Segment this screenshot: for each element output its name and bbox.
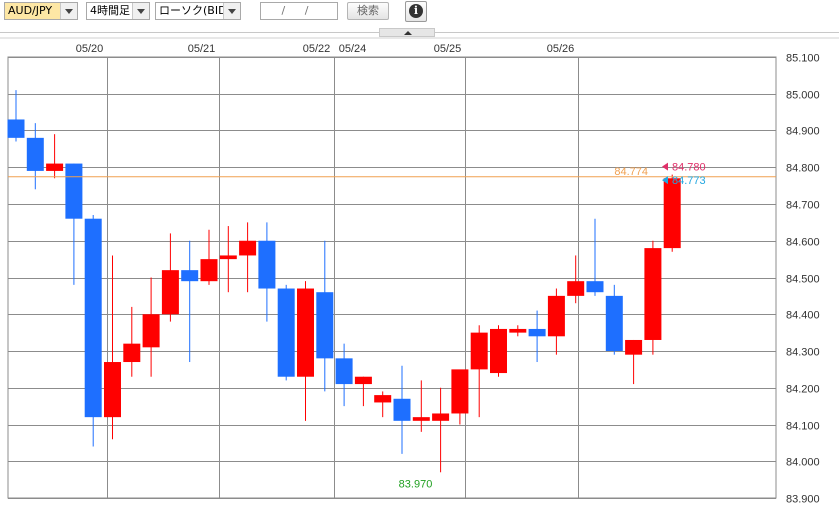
search-button[interactable]: 検索 (347, 2, 389, 20)
ask-marker-icon (662, 162, 668, 171)
y-tick-label: 84.200 (786, 384, 820, 396)
candle-body-down (316, 292, 334, 359)
candle-body-down (258, 240, 276, 289)
chart-type-select[interactable]: ローソク(BID) (155, 2, 241, 20)
candle-body-up (354, 376, 372, 385)
chart-type-value: ローソク(BID) (159, 4, 231, 17)
candle-body-down (393, 398, 411, 421)
candle-body-up (104, 362, 121, 418)
candle-body-down (605, 295, 623, 351)
x-date-label: 05/25 (434, 43, 462, 55)
y-tick-label: 84.100 (786, 421, 820, 433)
ask-price-label: 84.780 (672, 162, 706, 174)
candle-body-up (509, 328, 527, 333)
candle-body-up (161, 270, 179, 315)
candle-body-up (200, 259, 218, 282)
bid-price-label: 84.773 (672, 175, 706, 187)
candle-body-up (490, 328, 507, 374)
x-date-label: 05/22 (303, 43, 331, 55)
y-tick-label: 84.700 (786, 200, 820, 212)
date-input[interactable]: / / (260, 2, 338, 20)
candle-body-down (26, 137, 44, 171)
candle-body-up (547, 295, 565, 337)
candle-body-up (567, 281, 585, 296)
candle-body-up (625, 339, 643, 355)
candle-body-down (528, 328, 546, 337)
collapse-toggle[interactable] (379, 28, 435, 37)
y-tick-label: 84.600 (786, 237, 820, 249)
candle-body-up (432, 413, 450, 421)
candle-group (7, 90, 681, 473)
y-tick-label: 84.900 (786, 126, 820, 138)
candle-body-down (7, 119, 25, 138)
candle-body-up (374, 395, 392, 403)
current-price-label: 84.774 (614, 166, 648, 178)
timeframe-value: 4時間足 (90, 4, 130, 17)
candle-body-up (297, 288, 314, 377)
y-tick-label: 85.000 (786, 90, 820, 102)
y-tick-label: 84.400 (786, 310, 820, 322)
x-date-label: 05/26 (547, 43, 575, 55)
x-date-label: 05/24 (339, 43, 367, 55)
candle-body-up (470, 332, 488, 370)
candle-body-up (412, 417, 430, 421)
currency-pair-select[interactable]: AUD/JPY (4, 2, 78, 20)
y-tick-label: 84.800 (786, 163, 820, 175)
candle-body-down (65, 163, 83, 219)
toolbar: AUD/JPY 4時間足 ローソク(BID) / / 検索 i (0, 0, 839, 26)
x-date-label: 05/21 (188, 43, 216, 55)
currency-pair-value: AUD/JPY (8, 4, 53, 17)
chevron-down-icon[interactable] (60, 3, 77, 19)
info-button[interactable]: i (405, 1, 427, 22)
chevron-down-icon[interactable] (132, 3, 149, 19)
x-date-label: 05/20 (76, 43, 104, 55)
low-price-annotation: 83.970 (399, 478, 433, 490)
candle-body-up (239, 240, 257, 256)
candle-body-up (219, 255, 237, 260)
candle-body-down (84, 218, 102, 418)
y-tick-label: 85.100 (786, 53, 820, 65)
candlestick-chart: 85.100 85.000 84.900 84.800 84.700 84.600 84.5… (0, 37, 839, 506)
candle-body-up (644, 248, 662, 340)
candle-body-down (335, 358, 353, 385)
candle-body-up (123, 343, 141, 363)
chevron-down-icon[interactable] (223, 3, 240, 19)
candle-body-up (142, 314, 160, 348)
candle-body-down (586, 281, 604, 293)
candle-body-down (181, 270, 199, 282)
candle-body-up (451, 369, 469, 414)
y-tick-label: 84.500 (786, 274, 820, 286)
candle-body-up (46, 163, 64, 171)
timeframe-select[interactable]: 4時間足 (86, 2, 150, 20)
y-tick-label: 84.000 (786, 457, 820, 469)
chart-grid: 85.100 85.000 84.900 84.800 84.700 84.600 84.5… (0, 37, 839, 506)
candle-body-down (277, 288, 295, 377)
y-tick-label: 83.900 (786, 494, 820, 506)
candle-body-up (663, 178, 681, 249)
info-icon: i (409, 4, 423, 18)
y-tick-label: 84.300 (786, 347, 820, 359)
